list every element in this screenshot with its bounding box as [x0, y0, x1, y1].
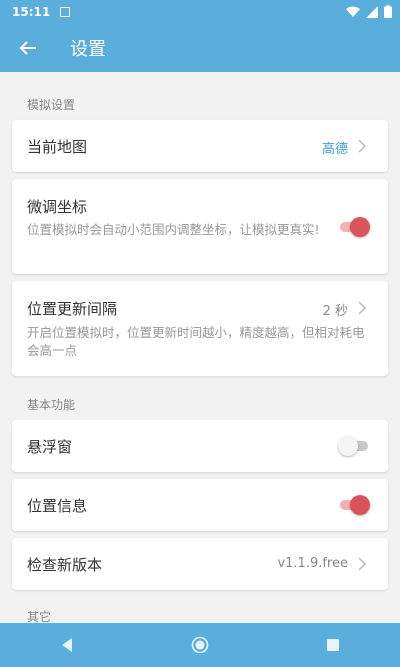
- nav-recents-button[interactable]: [303, 623, 363, 667]
- chevron-right-icon: [358, 557, 367, 571]
- status-bar: 15:11: [0, 0, 400, 24]
- setting-title: 微调坐标: [27, 198, 88, 216]
- setting-fine-tune[interactable]: 微调坐标 位置模拟时会自动小范围内调整坐标，让模拟更真实!: [12, 179, 388, 274]
- setting-value: 2 秒: [322, 304, 348, 319]
- setting-update-interval[interactable]: 位置更新间隔 2 秒 开启位置模拟时，位置更新时间越小，精度越高，但相对耗电会高…: [12, 281, 388, 376]
- arrow-left-icon: [19, 41, 36, 55]
- setting-check-update[interactable]: 检查新版本 v1.1.9.free: [12, 538, 388, 590]
- section-other-label: 其它: [27, 610, 52, 623]
- setting-description: 开启位置模拟时，位置更新时间越小，精度越高，但相对耗电会高一点: [27, 325, 365, 358]
- settings-list[interactable]: 模拟设置 当前地图 高德 微调坐标 位置模拟时会自动小范围内调整坐标，让模拟更真…: [0, 72, 400, 623]
- status-icons: [346, 5, 392, 18]
- circle-home-icon: [191, 636, 209, 654]
- setting-title: 检查新版本: [27, 556, 103, 574]
- system-nav-bar: [0, 623, 400, 667]
- square-recents-icon: [327, 639, 340, 651]
- wifi-icon: [346, 6, 360, 17]
- setting-title: 当前地图: [27, 138, 88, 156]
- app-bar: 设置: [0, 24, 400, 72]
- nav-home-button[interactable]: [170, 623, 230, 667]
- section-simulate-label: 模拟设置: [27, 98, 76, 112]
- floating-window-toggle[interactable]: [338, 436, 370, 456]
- signal-icon: [366, 5, 378, 18]
- setting-floating-window[interactable]: 悬浮窗: [12, 420, 388, 472]
- nav-back-button[interactable]: [37, 623, 97, 667]
- location-info-toggle[interactable]: [338, 495, 370, 515]
- page-title: 设置: [70, 39, 106, 60]
- setting-title: 悬浮窗: [27, 438, 73, 456]
- status-time: 15:11: [12, 5, 51, 19]
- image-notification-icon: [60, 7, 71, 17]
- setting-value: 高德: [321, 142, 348, 157]
- setting-current-map[interactable]: 当前地图 高德: [12, 120, 388, 172]
- triangle-back-icon: [61, 638, 72, 652]
- back-button[interactable]: [0, 24, 56, 72]
- setting-description: 位置模拟时会自动小范围内调整坐标，让模拟更真实!: [27, 222, 320, 237]
- fine-tune-toggle[interactable]: [338, 217, 370, 237]
- setting-title: 位置更新间隔: [27, 300, 118, 318]
- chevron-right-icon: [358, 139, 367, 153]
- setting-location-info[interactable]: 位置信息: [12, 479, 388, 531]
- section-basic-label: 基本功能: [27, 398, 76, 412]
- battery-icon: [384, 5, 392, 18]
- setting-value: v1.1.9.free: [277, 556, 348, 571]
- chevron-right-icon: [358, 301, 367, 315]
- setting-title: 位置信息: [27, 497, 88, 515]
